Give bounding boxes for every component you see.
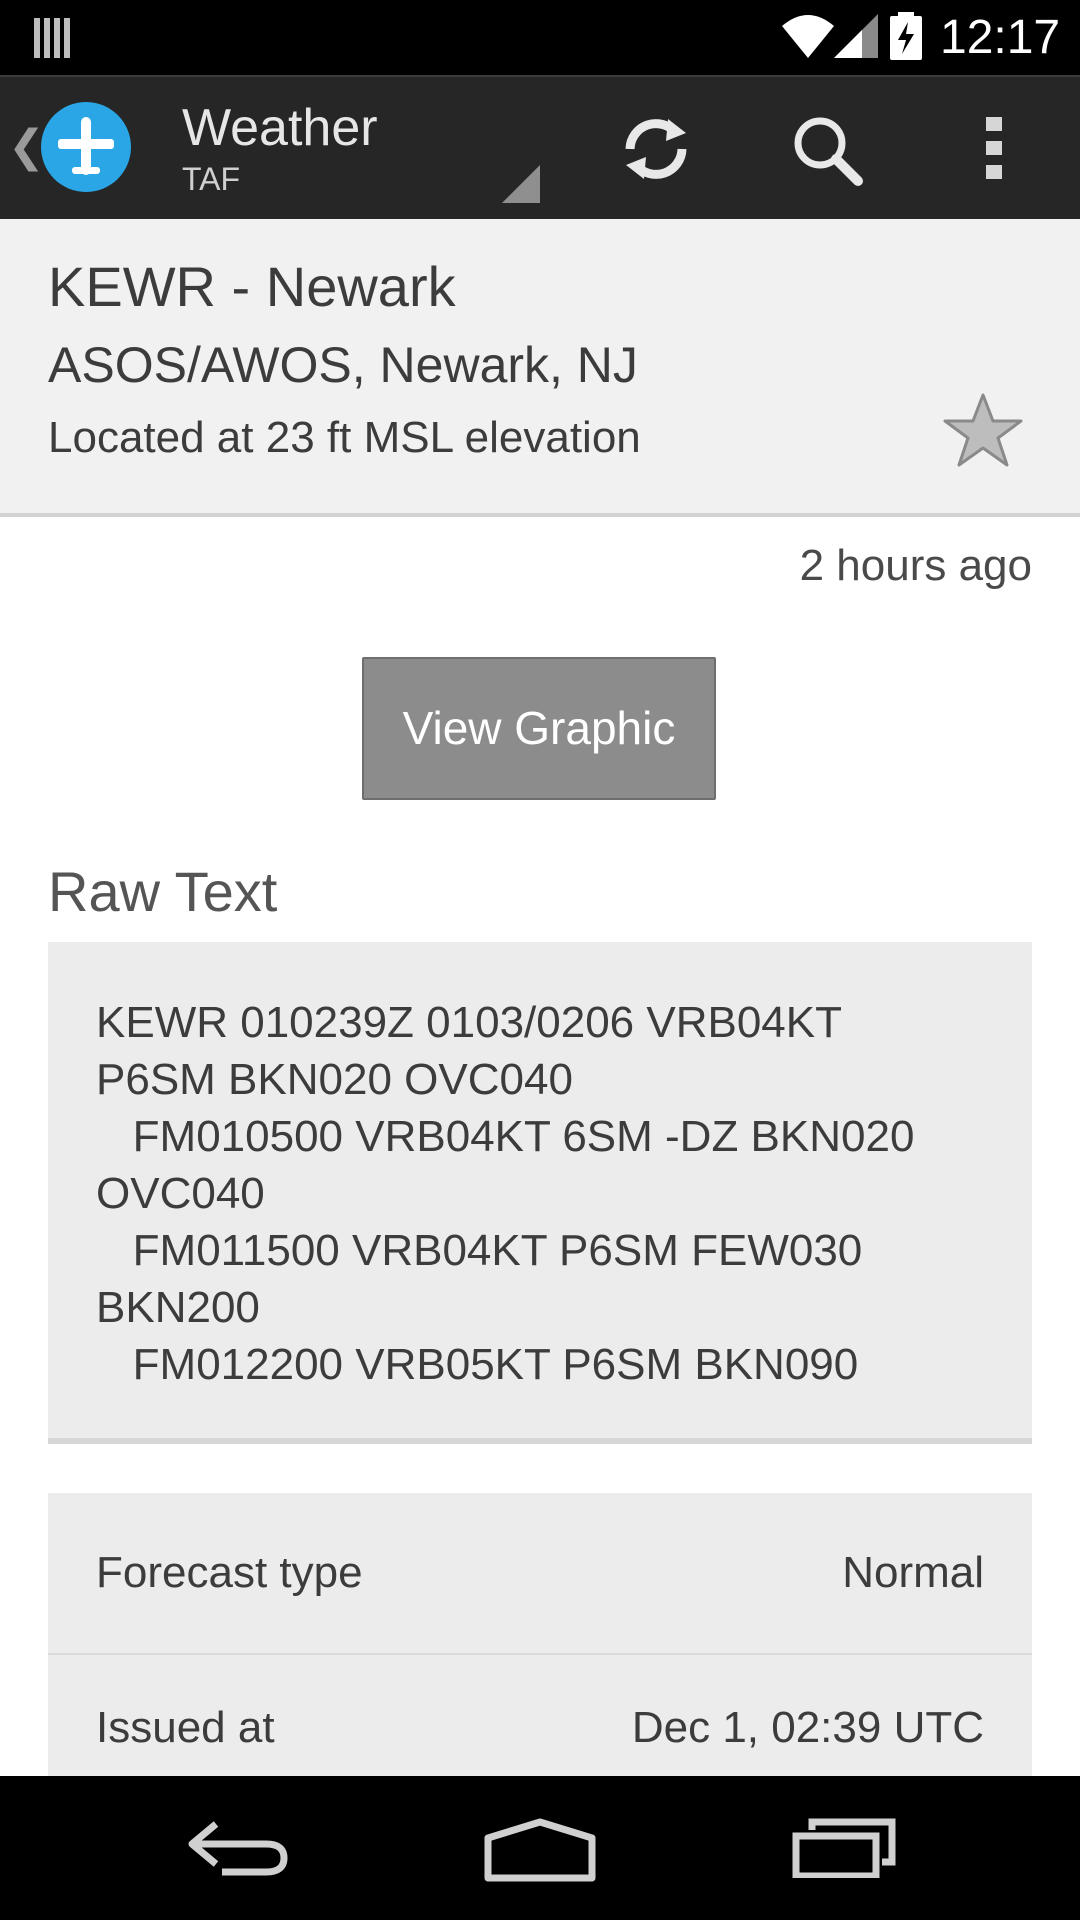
- search-icon[interactable]: [790, 113, 866, 194]
- star-icon[interactable]: [942, 391, 1024, 474]
- updated-time: 2 hours ago: [799, 541, 1032, 590]
- screen-title[interactable]: Weather: [182, 99, 378, 157]
- signal-icon: [832, 12, 880, 65]
- battery-charging-icon: [888, 12, 924, 67]
- detail-row-forecast-type: Forecast type Normal: [48, 1493, 1032, 1655]
- detail-label: Forecast type: [96, 1548, 363, 1597]
- screen-subtitle[interactable]: TAF: [182, 161, 240, 197]
- clock: 12:17: [940, 11, 1061, 64]
- home-icon[interactable]: [484, 1818, 596, 1887]
- overflow-menu-icon[interactable]: [982, 115, 1006, 186]
- raw-text-line: FM011500 VRB04KT P6SM FEW030: [96, 1226, 863, 1275]
- detail-value: Normal: [842, 1548, 984, 1597]
- wifi-icon: [780, 12, 836, 65]
- raw-text-line: BKN200: [96, 1283, 260, 1332]
- airport-header: KEWR - Newark ASOS/AWOS, Newark, NJ Loca…: [0, 219, 1080, 517]
- station-type: ASOS/AWOS, Newark, NJ: [48, 337, 638, 393]
- navigation-bar: [0, 1776, 1080, 1920]
- spinner-triangle-icon[interactable]: [502, 165, 540, 208]
- detail-label: Issued at: [96, 1703, 275, 1752]
- airplane-logo-icon[interactable]: [40, 101, 132, 198]
- back-icon[interactable]: [186, 1818, 290, 1883]
- raw-text-line: FM010500 VRB04KT 6SM -DZ BKN020: [96, 1112, 915, 1161]
- raw-text-line: P6SM BKN020 OVC040: [96, 1055, 573, 1104]
- raw-text-heading: Raw Text: [48, 860, 278, 923]
- airport-name: KEWR - Newark: [48, 255, 456, 318]
- action-bar: ❮ Weather TAF: [0, 75, 1080, 219]
- recents-icon[interactable]: [792, 1818, 896, 1883]
- raw-text-panel: KEWR 010239Z 0103/0206 VRB04KT P6SM BKN0…: [48, 942, 1032, 1444]
- refresh-icon[interactable]: [616, 109, 696, 194]
- airport-elevation: Located at 23 ft MSL elevation: [48, 413, 641, 462]
- raw-text-line: OVC040: [96, 1169, 265, 1218]
- view-graphic-button[interactable]: View Graphic: [362, 657, 716, 800]
- detail-value: Dec 1, 02:39 UTC: [631, 1703, 984, 1752]
- barcode-icon: [34, 14, 74, 65]
- raw-text-line: KEWR 010239Z 0103/0206 VRB04KT: [96, 998, 843, 1047]
- raw-text-line: FM012200 VRB05KT P6SM BKN090: [96, 1340, 859, 1389]
- forecast-details: Forecast type Normal Issued at Dec 1, 02…: [48, 1493, 1032, 1793]
- status-bar: 12:17: [0, 0, 1080, 75]
